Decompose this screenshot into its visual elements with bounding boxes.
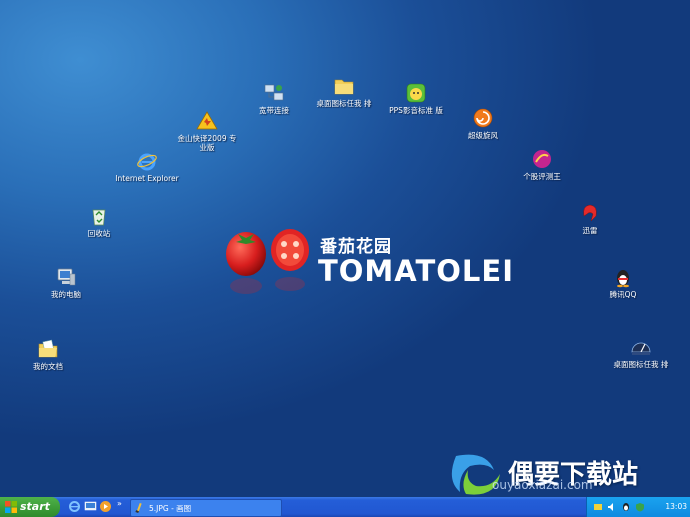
- quick-launch-chevron-icon[interactable]: »: [117, 499, 122, 508]
- desktop-icon-folder-1[interactable]: 桌面图标任我 排: [312, 75, 376, 108]
- system-tray: 13:03: [586, 497, 690, 517]
- tray-qq-icon[interactable]: [621, 502, 631, 512]
- desktop-icon-folder-2[interactable]: 桌面图标任我 排: [609, 336, 673, 369]
- computer-icon: [57, 268, 76, 286]
- desktop-icon-broadband-connection[interactable]: 宽带连接: [242, 82, 306, 115]
- icon-label: 金山快译2009 专业版: [177, 134, 237, 152]
- start-label: start: [20, 500, 50, 513]
- network-icon: [264, 84, 284, 101]
- icon-label: 桌面图标任我 排: [613, 360, 669, 369]
- thunder-icon: [583, 204, 597, 222]
- icon-label: 迅雷: [582, 226, 598, 235]
- icon-label: 超级旋风: [468, 131, 498, 140]
- icon-label: Internet Explorer: [115, 174, 179, 183]
- windows-flag-icon: [5, 501, 17, 513]
- desktop-icon-tencent-qq[interactable]: 腾讯QQ: [591, 266, 655, 299]
- folder-icon: [334, 79, 354, 95]
- icon-label: PPS影音标准 版: [389, 106, 443, 115]
- dashboard-icon: [631, 342, 651, 355]
- desktop-icon-internet-explorer[interactable]: Internet Explorer: [115, 150, 179, 183]
- stock-icon: [533, 150, 551, 168]
- tray-security-icon[interactable]: [635, 502, 645, 512]
- media-icon[interactable]: [99, 500, 112, 513]
- download-site-watermark: 偶要下载站 ouyaoxiazai.com: [446, 452, 686, 497]
- icon-label: 我的文档: [33, 362, 63, 371]
- icon-label: 桌面图标任我 排: [316, 99, 372, 108]
- desktop-icon-super-cyclone[interactable]: 超级旋风: [451, 107, 515, 140]
- tomato-icon: [226, 229, 309, 294]
- icon-label: 回收站: [87, 229, 111, 238]
- folder-document-icon: [38, 339, 58, 358]
- taskbar-task-paint[interactable]: 5.JPG - 画图: [130, 499, 282, 517]
- desktop-icon-pps[interactable]: PPS影音标准 版: [384, 82, 448, 115]
- watermark-url: ouyaoxiazai.com: [492, 478, 593, 492]
- qq-penguin-icon: [617, 270, 629, 288]
- ie-icon: [137, 153, 157, 171]
- desktop-icon-thunder[interactable]: 迅雷: [558, 202, 622, 235]
- clock[interactable]: 13:03: [665, 502, 687, 511]
- pps-icon: [406, 83, 426, 103]
- start-button[interactable]: start: [0, 497, 60, 517]
- icon-label: 腾讯QQ: [609, 290, 637, 299]
- cyclone-icon: [473, 108, 493, 128]
- taskbar: start » 5.JPG - 画图 13:03: [0, 497, 690, 517]
- icon-label: 宽带连接: [259, 106, 289, 115]
- desktop-icon-my-computer[interactable]: 我的电脑: [34, 266, 98, 299]
- desktop-icon-recycle-bin[interactable]: 回收站: [67, 205, 131, 238]
- desktop-icon[interactable]: [84, 500, 97, 513]
- icon-label: 我的电脑: [51, 290, 81, 299]
- ie-icon[interactable]: [68, 500, 81, 513]
- paint-icon: [135, 502, 142, 514]
- tray-volume-icon[interactable]: [607, 502, 617, 512]
- icon-label: 个股评测王: [523, 172, 561, 181]
- logo-english-text: TOMATOLEI: [318, 254, 514, 288]
- tomato-garden-logo: 番茄花园 TOMATOLEI: [222, 222, 513, 302]
- desktop-icon-my-documents[interactable]: 我的文档: [16, 338, 80, 371]
- task-label: 5.JPG - 画图: [149, 504, 192, 513]
- recycle-bin-icon: [92, 209, 106, 226]
- tray-network-icon[interactable]: [593, 502, 603, 512]
- desktop: 我的文档 我的电脑 回收站 Internet Explorer 金山快译2009…: [0, 0, 690, 497]
- desktop-icon-kingsoft[interactable]: 金山快译2009 专业版: [175, 110, 239, 152]
- warning-triangle-icon: [196, 111, 218, 130]
- desktop-icon-personal-evaluator[interactable]: 个股评测王: [510, 148, 574, 181]
